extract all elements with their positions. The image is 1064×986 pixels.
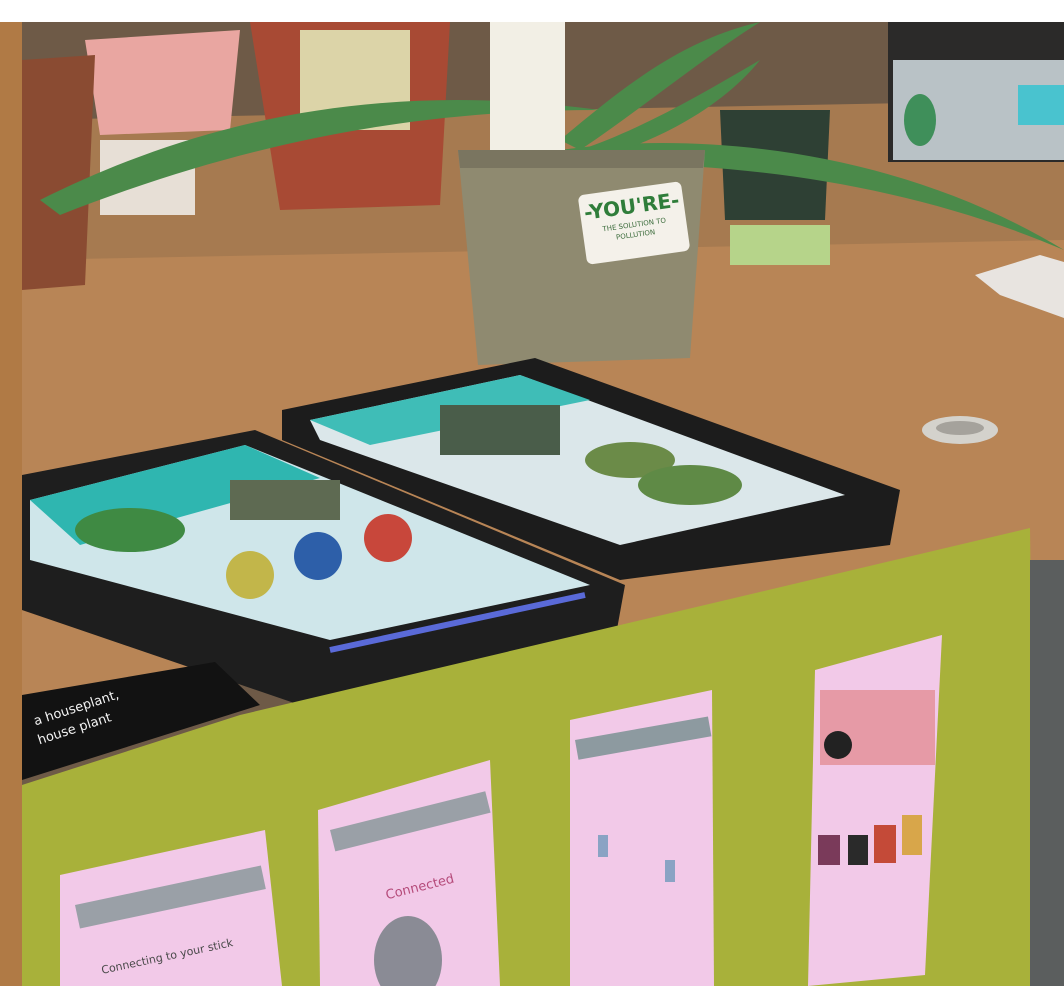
left-wood-edge [0, 22, 22, 986]
cup-pot [85, 30, 240, 135]
photo [0, 0, 1064, 986]
pot-sticker: -YOU'RE- THE SOLUTION TO POLLUTION [577, 181, 691, 265]
candle [490, 22, 565, 172]
